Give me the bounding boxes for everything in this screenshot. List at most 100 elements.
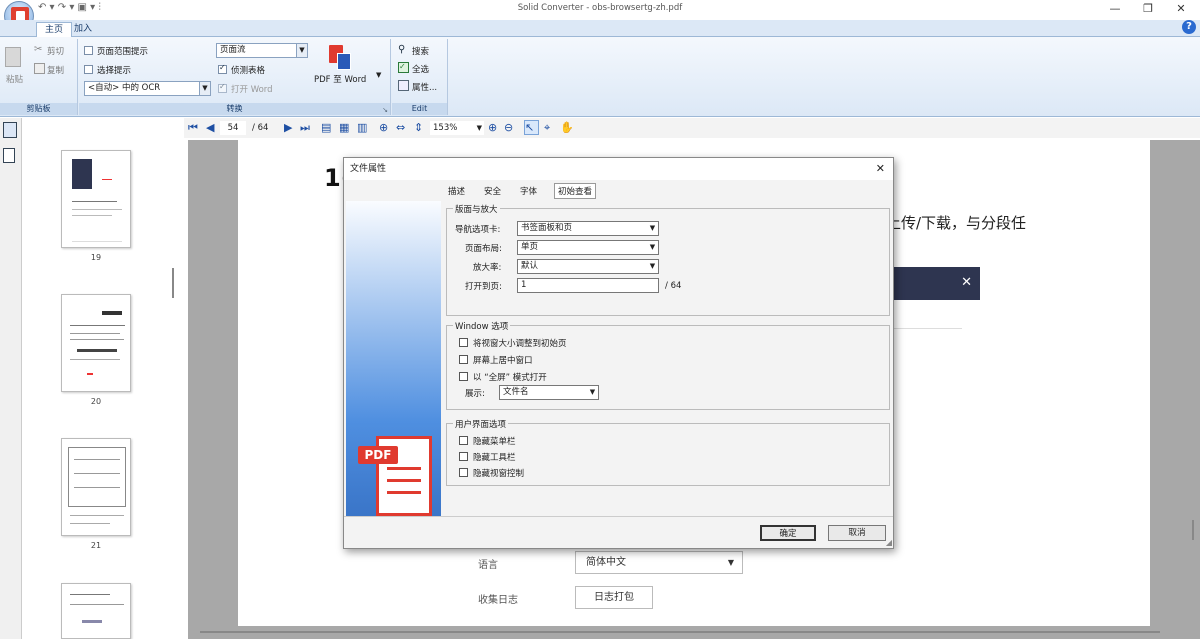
open-to-page-input[interactable]: 1	[517, 278, 659, 293]
page-text: 上传/下载，与分段任	[886, 214, 1027, 232]
first-page-icon[interactable]: ⏮	[188, 121, 198, 135]
fit-page-icon[interactable]: ⊕	[379, 121, 388, 135]
copy-button[interactable]: 复制	[47, 64, 64, 76]
page-layout-value: 单页	[521, 242, 539, 252]
help-icon[interactable]: ?	[1182, 20, 1196, 34]
total-pages-label: / 64	[252, 123, 269, 133]
window-options-legend: Window 选项	[453, 320, 511, 332]
resize-to-initial-page-checkbox[interactable]	[459, 338, 468, 347]
paste-icon	[5, 47, 21, 67]
magnification-label: 放大率:	[473, 263, 502, 273]
close-icon: ✕	[961, 275, 972, 290]
cancel-button[interactable]: 取消	[828, 525, 886, 541]
layout-zoom-legend: 版面与放大	[453, 203, 500, 215]
tab-fonts[interactable]: 字体	[520, 185, 537, 197]
page-thumbnail[interactable]	[61, 294, 131, 392]
bookmarks-panel-icon[interactable]	[3, 148, 15, 163]
ok-button[interactable]: 确定	[760, 525, 816, 541]
edit-label: Edit	[392, 103, 447, 115]
title-bar: Solid Converter - obs-browsertg-zh.pdf ↶…	[0, 0, 1200, 20]
vertical-scrollbar[interactable]	[1192, 520, 1194, 540]
language-value: 简体中文	[586, 557, 626, 568]
pages-panel-icon[interactable]	[3, 122, 17, 138]
open-word-label: 打开 Word	[231, 85, 273, 95]
page-range-hint-checkbox[interactable]	[84, 46, 93, 55]
page-number-input[interactable]: 54	[220, 121, 246, 135]
zoom-in-icon[interactable]: ⊕	[488, 121, 497, 135]
paste-button[interactable]: 粘贴	[6, 73, 23, 85]
flow-select[interactable]: 页面流 ▼	[216, 43, 308, 58]
ribbon: 粘贴 ✂ 剪切 复制 剪贴板 页面范围提示 选择提示 <自动> 中的 OCR ▼ …	[0, 37, 1200, 117]
page-layout-select[interactable]: 单页 ▼	[517, 240, 659, 255]
chevron-down-icon: ▼	[647, 241, 658, 254]
dialog-title: 文件属性	[350, 164, 387, 174]
page-range-hint-label: 页面范围提示	[97, 47, 149, 57]
detect-tables-label: 侦测表格	[231, 66, 266, 76]
nav-tab-value: 书签面板和页	[521, 223, 573, 233]
hide-window-controls-checkbox[interactable]	[459, 468, 468, 477]
thumbnail-page-number: 21	[90, 541, 102, 550]
next-page-icon[interactable]: ▶	[284, 121, 292, 135]
show-select[interactable]: 文件名 ▼	[499, 385, 599, 400]
chevron-down-icon: ▼	[199, 82, 210, 95]
select-all-button[interactable]: 全选	[412, 63, 429, 75]
pdf-to-word-button[interactable]: PDF 至 Word	[314, 73, 366, 85]
ocr-select[interactable]: <自动> 中的 OCR ▼	[84, 81, 211, 96]
zoom-select[interactable]: 153% ▼	[430, 121, 484, 135]
select-tool-icon[interactable]: ↖	[524, 120, 539, 135]
hide-menubar-checkbox[interactable]	[459, 436, 468, 445]
chevron-down-icon[interactable]: ▼	[376, 71, 381, 79]
page-thumbnail[interactable]	[61, 438, 131, 536]
hand-tool-icon[interactable]: ✋	[560, 121, 574, 135]
resize-grip-icon[interactable]: ◢	[886, 538, 892, 547]
fit-width-icon[interactable]: ⇔	[396, 121, 405, 135]
clipboard-label: 剪贴板	[0, 103, 77, 115]
restore-button[interactable]: ❐	[1131, 0, 1165, 20]
horizontal-scrollbar[interactable]	[200, 631, 1160, 633]
pdf-logo-label: PDF	[358, 446, 398, 464]
properties-button[interactable]: 属性...	[412, 81, 437, 93]
tab-addins[interactable]: 加入	[66, 22, 100, 37]
detect-tables-checkbox[interactable]	[218, 63, 227, 74]
panel-splitter[interactable]	[172, 268, 174, 298]
tab-description[interactable]: 描述	[448, 185, 465, 197]
zoom-out-icon[interactable]: ⊖	[504, 121, 513, 135]
actual-size-icon[interactable]: ⇕	[414, 121, 423, 135]
center-window-checkbox[interactable]	[459, 355, 468, 364]
dialog-close-button[interactable]: ✕	[876, 158, 885, 180]
open-to-page-total: / 64	[665, 281, 682, 291]
thumbnail-panel: 19 20 21	[22, 118, 184, 639]
full-screen-label: 以 “全屏” 模式打开	[473, 373, 547, 383]
nav-tab-label: 导航选项卡:	[455, 225, 501, 235]
previous-page-icon[interactable]: ◀	[206, 121, 214, 135]
dialog-divider	[344, 516, 893, 517]
continuous-view-icon[interactable]: ▦	[339, 121, 349, 135]
language-label: 语言	[478, 560, 498, 571]
snapshot-tool-icon[interactable]: ⌖	[544, 121, 550, 135]
hide-toolbar-checkbox[interactable]	[459, 452, 468, 461]
nav-tab-select[interactable]: 书签面板和页 ▼	[517, 221, 659, 236]
last-page-icon[interactable]: ⏭	[300, 121, 310, 135]
quick-access-toolbar[interactable]: ↶ ▾ ↷ ▾ ▣ ▾ ⫶	[38, 2, 101, 13]
single-page-view-icon[interactable]: ▤	[321, 121, 331, 135]
dialog-launcher-icon[interactable]: ↘	[382, 106, 388, 114]
open-word-checkbox[interactable]	[218, 82, 227, 93]
select-hint-checkbox[interactable]	[84, 65, 93, 74]
chevron-down-icon: ▼	[296, 44, 307, 57]
facing-view-icon[interactable]: ▥	[357, 121, 367, 135]
flow-select-value: 页面流	[220, 45, 246, 55]
full-screen-checkbox[interactable]	[459, 372, 468, 381]
close-button[interactable]: ✕	[1164, 0, 1198, 20]
hide-toolbar-label: 隐藏工具栏	[473, 453, 516, 463]
pdf-to-word-icon	[327, 45, 351, 71]
ui-options-legend: 用户界面选项	[453, 418, 509, 430]
page-thumbnail[interactable]	[61, 150, 131, 248]
tab-security[interactable]: 安全	[484, 185, 501, 197]
search-button[interactable]: 搜索	[412, 45, 429, 57]
cut-button[interactable]: 剪切	[47, 45, 64, 57]
minimize-button[interactable]: —	[1098, 0, 1132, 20]
chevron-down-icon: ▼	[587, 386, 598, 399]
magnification-select[interactable]: 默认 ▼	[517, 259, 659, 274]
tab-initial-view[interactable]: 初始查看	[554, 183, 597, 199]
page-thumbnail[interactable]	[61, 583, 131, 639]
